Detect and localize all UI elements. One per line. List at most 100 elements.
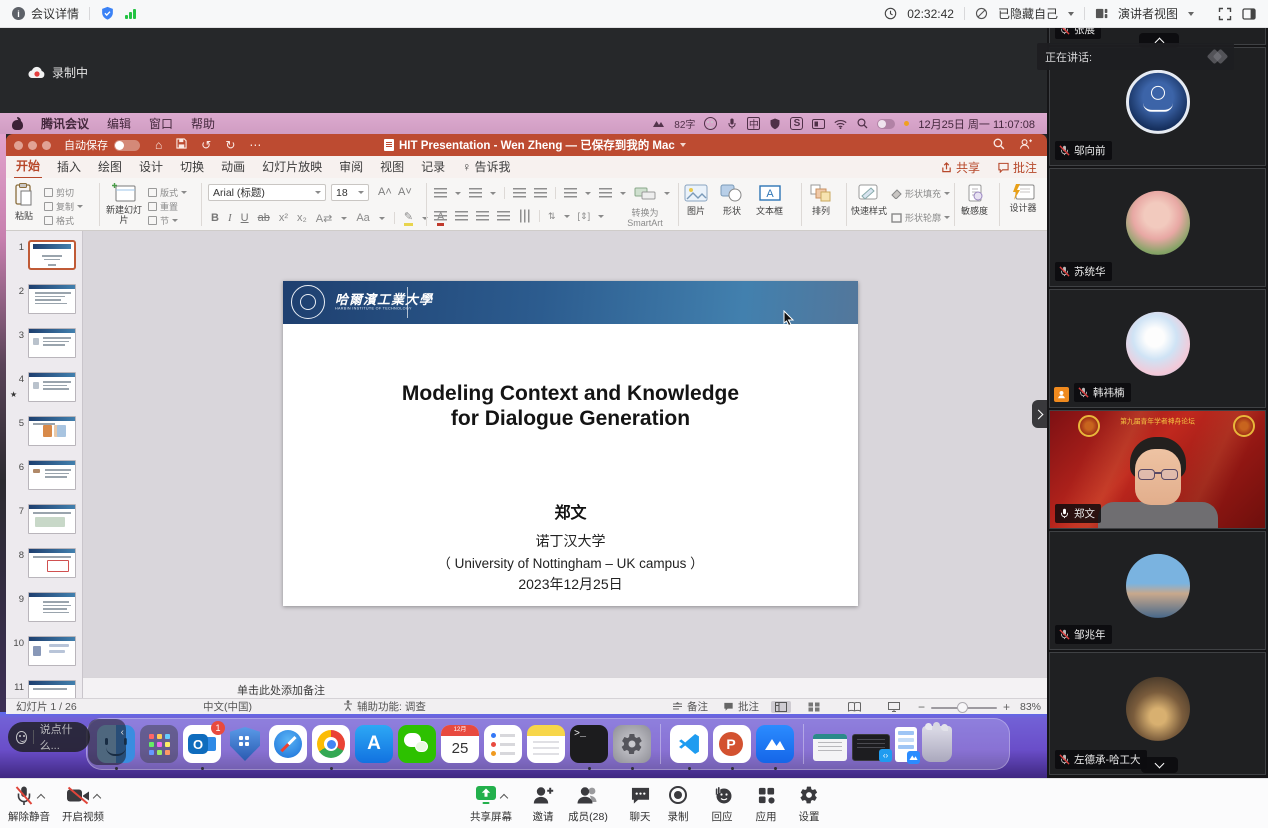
- accessibility-status[interactable]: 辅助功能: 调查: [357, 699, 426, 714]
- slide-thumbnail-8[interactable]: [28, 548, 76, 578]
- indent-decrease-icon[interactable]: [513, 188, 526, 198]
- tab-transitions[interactable]: 切换: [178, 156, 206, 178]
- menubar-window[interactable]: 窗口: [149, 115, 173, 132]
- powerpoint-icon[interactable]: P: [713, 725, 751, 763]
- thumbnail-row[interactable]: 3: [6, 328, 83, 360]
- slide-thumbnail-1[interactable]: [28, 240, 76, 270]
- scroll-down-button[interactable]: [1141, 757, 1178, 773]
- vscode-icon[interactable]: [670, 725, 708, 763]
- strikethrough-button[interactable]: ab: [258, 212, 270, 224]
- fullscreen-icon[interactable]: [1218, 7, 1232, 21]
- minimized-terminal-window[interactable]: ‹›: [852, 734, 890, 761]
- outlook-icon[interactable]: O1: [183, 725, 221, 763]
- slide-thumbnail-7[interactable]: [28, 504, 76, 534]
- invite-button[interactable]: 邀请: [518, 783, 568, 824]
- share-user-icon[interactable]: [1019, 138, 1032, 153]
- more-commands-icon[interactable]: ⋯: [249, 138, 261, 152]
- align-left-icon[interactable]: [434, 211, 447, 221]
- picture-button[interactable]: 图片: [684, 184, 708, 217]
- paste-button[interactable]: 粘贴: [14, 183, 34, 222]
- thumbnail-row[interactable]: 6: [6, 460, 83, 492]
- tab-animations[interactable]: 动画: [219, 156, 247, 178]
- view-mode-dropdown[interactable]: 演讲者视图: [1118, 5, 1178, 22]
- comments-button[interactable]: 批注: [998, 159, 1037, 176]
- quick-chat-bar[interactable]: 说点什么...: [8, 722, 90, 752]
- undo-icon[interactable]: ↺: [201, 138, 211, 152]
- current-slide[interactable]: 哈爾濱工業大學 HARBIN INSTITUTE OF TECHNOLOGY M…: [283, 281, 858, 606]
- wifi-menu-icon[interactable]: [834, 118, 847, 130]
- collapse-left-icon[interactable]: ‹: [121, 727, 124, 738]
- system-settings-icon[interactable]: [613, 725, 651, 763]
- meeting-details-button[interactable]: 会议详情: [31, 5, 79, 22]
- smartart-convert-label[interactable]: 转换为SmartArt: [616, 208, 674, 228]
- zoom-slider-knob[interactable]: [957, 702, 968, 713]
- cut-button[interactable]: 剪切: [44, 186, 74, 199]
- minimized-phone-window[interactable]: [895, 727, 917, 762]
- comments-toggle[interactable]: 批注: [723, 699, 759, 714]
- quick-styles-button[interactable]: 快速样式: [851, 184, 887, 217]
- tab-home[interactable]: 开始: [14, 155, 42, 179]
- zoom-in-button[interactable]: +: [1003, 700, 1010, 714]
- slide-thumbnail-panel[interactable]: 1 2 3 4★ 5 6 7 8 9 10 11: [6, 231, 83, 698]
- align-text-icon[interactable]: [⇕]: [578, 211, 591, 222]
- sidebar-collapse-handle[interactable]: [1032, 400, 1047, 428]
- input-method-icon[interactable]: 中: [747, 117, 760, 130]
- zoom-out-button[interactable]: −: [918, 700, 925, 714]
- apple-menu-icon[interactable]: [12, 118, 23, 130]
- thumbnail-row[interactable]: 11: [6, 680, 83, 698]
- zoom-window-button[interactable]: [42, 141, 51, 150]
- trash-icon[interactable]: [922, 726, 952, 762]
- s-app-menu-icon[interactable]: S: [790, 117, 803, 130]
- font-name-combo[interactable]: Arial (标题): [208, 184, 326, 201]
- redo-icon[interactable]: ↻: [225, 138, 235, 152]
- emoji-icon[interactable]: [16, 731, 27, 744]
- copy-button[interactable]: 复制: [44, 200, 83, 213]
- notes-toggle[interactable]: 备注: [672, 699, 708, 714]
- menubar-app-name[interactable]: 腾讯会议: [41, 115, 89, 132]
- members-button[interactable]: 成员(28): [563, 783, 613, 824]
- tab-review[interactable]: 审阅: [337, 156, 365, 178]
- menubar-edit[interactable]: 编辑: [107, 115, 131, 132]
- subscript-button[interactable]: x₂: [297, 212, 307, 224]
- chrome-icon[interactable]: [312, 725, 350, 763]
- home-icon[interactable]: ⌂: [155, 138, 162, 152]
- settings-button[interactable]: 设置: [784, 783, 834, 824]
- italic-button[interactable]: I: [228, 212, 232, 224]
- slide-thumbnail-6[interactable]: [28, 460, 76, 490]
- network-signal-icon[interactable]: [125, 9, 136, 19]
- reactions-button[interactable]: 回应: [697, 783, 747, 824]
- reset-button[interactable]: 重置: [148, 200, 178, 213]
- camera-options-chevron[interactable]: [93, 794, 101, 802]
- share-options-chevron[interactable]: [500, 794, 508, 802]
- font-size-combo[interactable]: 18: [331, 184, 369, 201]
- security-shield-icon[interactable]: [100, 6, 115, 21]
- participant-tile-sutonghua[interactable]: 苏统华: [1049, 168, 1266, 287]
- close-window-button[interactable]: [14, 141, 23, 150]
- chevron-down-icon[interactable]: [680, 143, 686, 147]
- align-center-icon[interactable]: [455, 211, 468, 221]
- share-button[interactable]: 共享: [941, 159, 980, 176]
- calendar-icon[interactable]: 12月25: [441, 725, 479, 763]
- participant-tile-hanyinan[interactable]: 韩祎楠: [1049, 289, 1266, 408]
- menubar-datetime[interactable]: 12月25日 周一 11:07:08: [918, 116, 1035, 132]
- reminders-icon[interactable]: [484, 725, 522, 763]
- notes-pane[interactable]: 单击此处添加备注: [83, 677, 1047, 698]
- increase-font-icon[interactable]: A˄: [378, 186, 392, 198]
- thumbnail-row[interactable]: 9: [6, 592, 83, 624]
- layout-button[interactable]: 版式: [148, 186, 187, 199]
- control-toggle-icon[interactable]: [877, 119, 895, 129]
- line-spacing-icon[interactable]: [564, 188, 577, 198]
- side-panel-icon[interactable]: [1242, 7, 1256, 21]
- slide-thumbnail-4[interactable]: [28, 372, 76, 402]
- share-screen-button[interactable]: 共享屏幕: [466, 783, 516, 824]
- minimize-window-button[interactable]: [28, 141, 37, 150]
- slide-thumbnail-9[interactable]: [28, 592, 76, 622]
- tab-design[interactable]: 设计: [137, 156, 165, 178]
- security-app-icon[interactable]: [226, 725, 264, 763]
- sensitivity-button[interactable]: 敏感度: [961, 184, 988, 217]
- designer-button[interactable]: 设计器: [1006, 183, 1040, 213]
- indent-increase-icon[interactable]: [534, 188, 547, 198]
- chat-input-placeholder[interactable]: 说点什么...: [40, 721, 82, 753]
- thumbnail-row[interactable]: 8: [6, 548, 83, 580]
- slide-thumbnail-2[interactable]: [28, 284, 76, 314]
